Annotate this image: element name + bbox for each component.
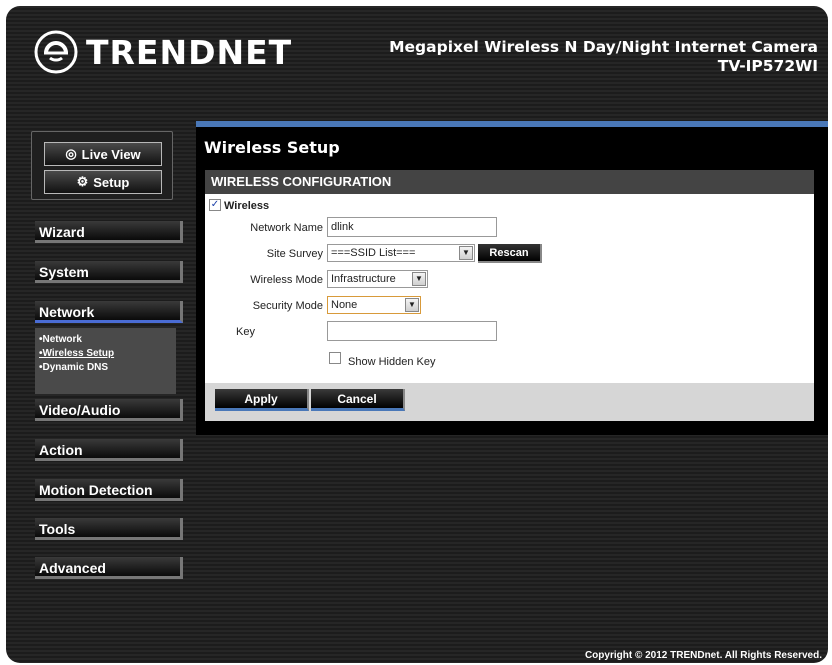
copyright-text: Copyright © 2012 TRENDnet. All Rights Re… (584, 650, 822, 661)
live-view-label: Live View (81, 146, 141, 162)
site-survey-label: Site Survey (266, 248, 323, 260)
trendnet-logo-icon (34, 30, 78, 74)
product-line: Megapixel Wireless N Day/Night Internet … (389, 38, 818, 56)
chevron-down-icon: ▼ (459, 246, 473, 260)
action-bar: Apply Cancel (205, 383, 814, 421)
nav-action[interactable]: Action (35, 439, 183, 461)
gear-icon: ⚙ (76, 174, 89, 189)
section-header: WIRELESS CONFIGURATION (205, 170, 814, 194)
show-hidden-key-checkbox[interactable] (329, 352, 341, 364)
wireless-mode-select[interactable]: Infrastructure ▼ (327, 270, 428, 288)
subnav-dynamic-dns[interactable]: •Dynamic DNS (39, 362, 176, 373)
security-mode-value: None (331, 299, 358, 311)
model-number: TV-IP572WI (717, 57, 818, 75)
site-survey-value: ===SSID List=== (331, 247, 416, 259)
key-label: Key (236, 326, 255, 338)
key-input[interactable] (327, 321, 497, 341)
brand-logo: TRENDNET (34, 30, 292, 74)
chevron-down-icon: ▼ (405, 298, 419, 312)
brand-name: TRENDNET (86, 32, 293, 72)
nav-system[interactable]: System (35, 261, 183, 283)
security-mode-label: Security Mode (252, 300, 323, 312)
show-hidden-key-label: Show Hidden Key (348, 356, 436, 368)
nav-video-audio[interactable]: Video/Audio (35, 399, 183, 421)
nav-advanced[interactable]: Advanced (35, 557, 183, 579)
wireless-config-form: ✓ Wireless Network Name dlink Site Surve… (205, 194, 814, 383)
product-title: Megapixel Wireless N Day/Night Internet … (389, 38, 818, 75)
cancel-button[interactable]: Cancel (311, 389, 405, 411)
security-mode-select[interactable]: None ▼ (327, 296, 421, 314)
setup-label: Setup (93, 174, 130, 190)
wireless-checkbox[interactable]: ✓ (209, 199, 221, 211)
view-mode-panel: ◎ Live View ⚙ Setup (31, 131, 173, 200)
network-name-input[interactable]: dlink (327, 217, 497, 237)
network-subnav: •Network •Wireless Setup •Dynamic DNS (35, 328, 176, 394)
live-view-button[interactable]: ◎ Live View (44, 142, 162, 166)
subnav-wireless-setup[interactable]: •Wireless Setup (39, 348, 176, 359)
setup-button[interactable]: ⚙ Setup (44, 170, 162, 194)
page-title: Wireless Setup (204, 138, 340, 157)
wireless-label: Wireless (224, 200, 270, 212)
content-panel: Wireless Setup WIRELESS CONFIGURATION ✓ … (196, 121, 828, 435)
nav-wizard[interactable]: Wizard (35, 221, 183, 243)
wireless-mode-value: Infrastructure (331, 273, 396, 285)
network-name-label: Network Name (250, 222, 323, 234)
chevron-down-icon: ▼ (412, 272, 426, 286)
nav-network[interactable]: Network (35, 301, 183, 323)
subnav-network[interactable]: •Network (39, 334, 176, 345)
eye-icon: ◎ (65, 146, 77, 161)
nav-tools[interactable]: Tools (35, 518, 183, 540)
nav-motion-detection[interactable]: Motion Detection (35, 479, 183, 501)
apply-button[interactable]: Apply (215, 389, 309, 411)
app-frame: TRENDNET Megapixel Wireless N Day/Night … (6, 6, 828, 663)
wireless-mode-label: Wireless Mode (250, 274, 323, 286)
rescan-button[interactable]: Rescan (478, 244, 542, 263)
site-survey-select[interactable]: ===SSID List=== ▼ (327, 244, 475, 262)
